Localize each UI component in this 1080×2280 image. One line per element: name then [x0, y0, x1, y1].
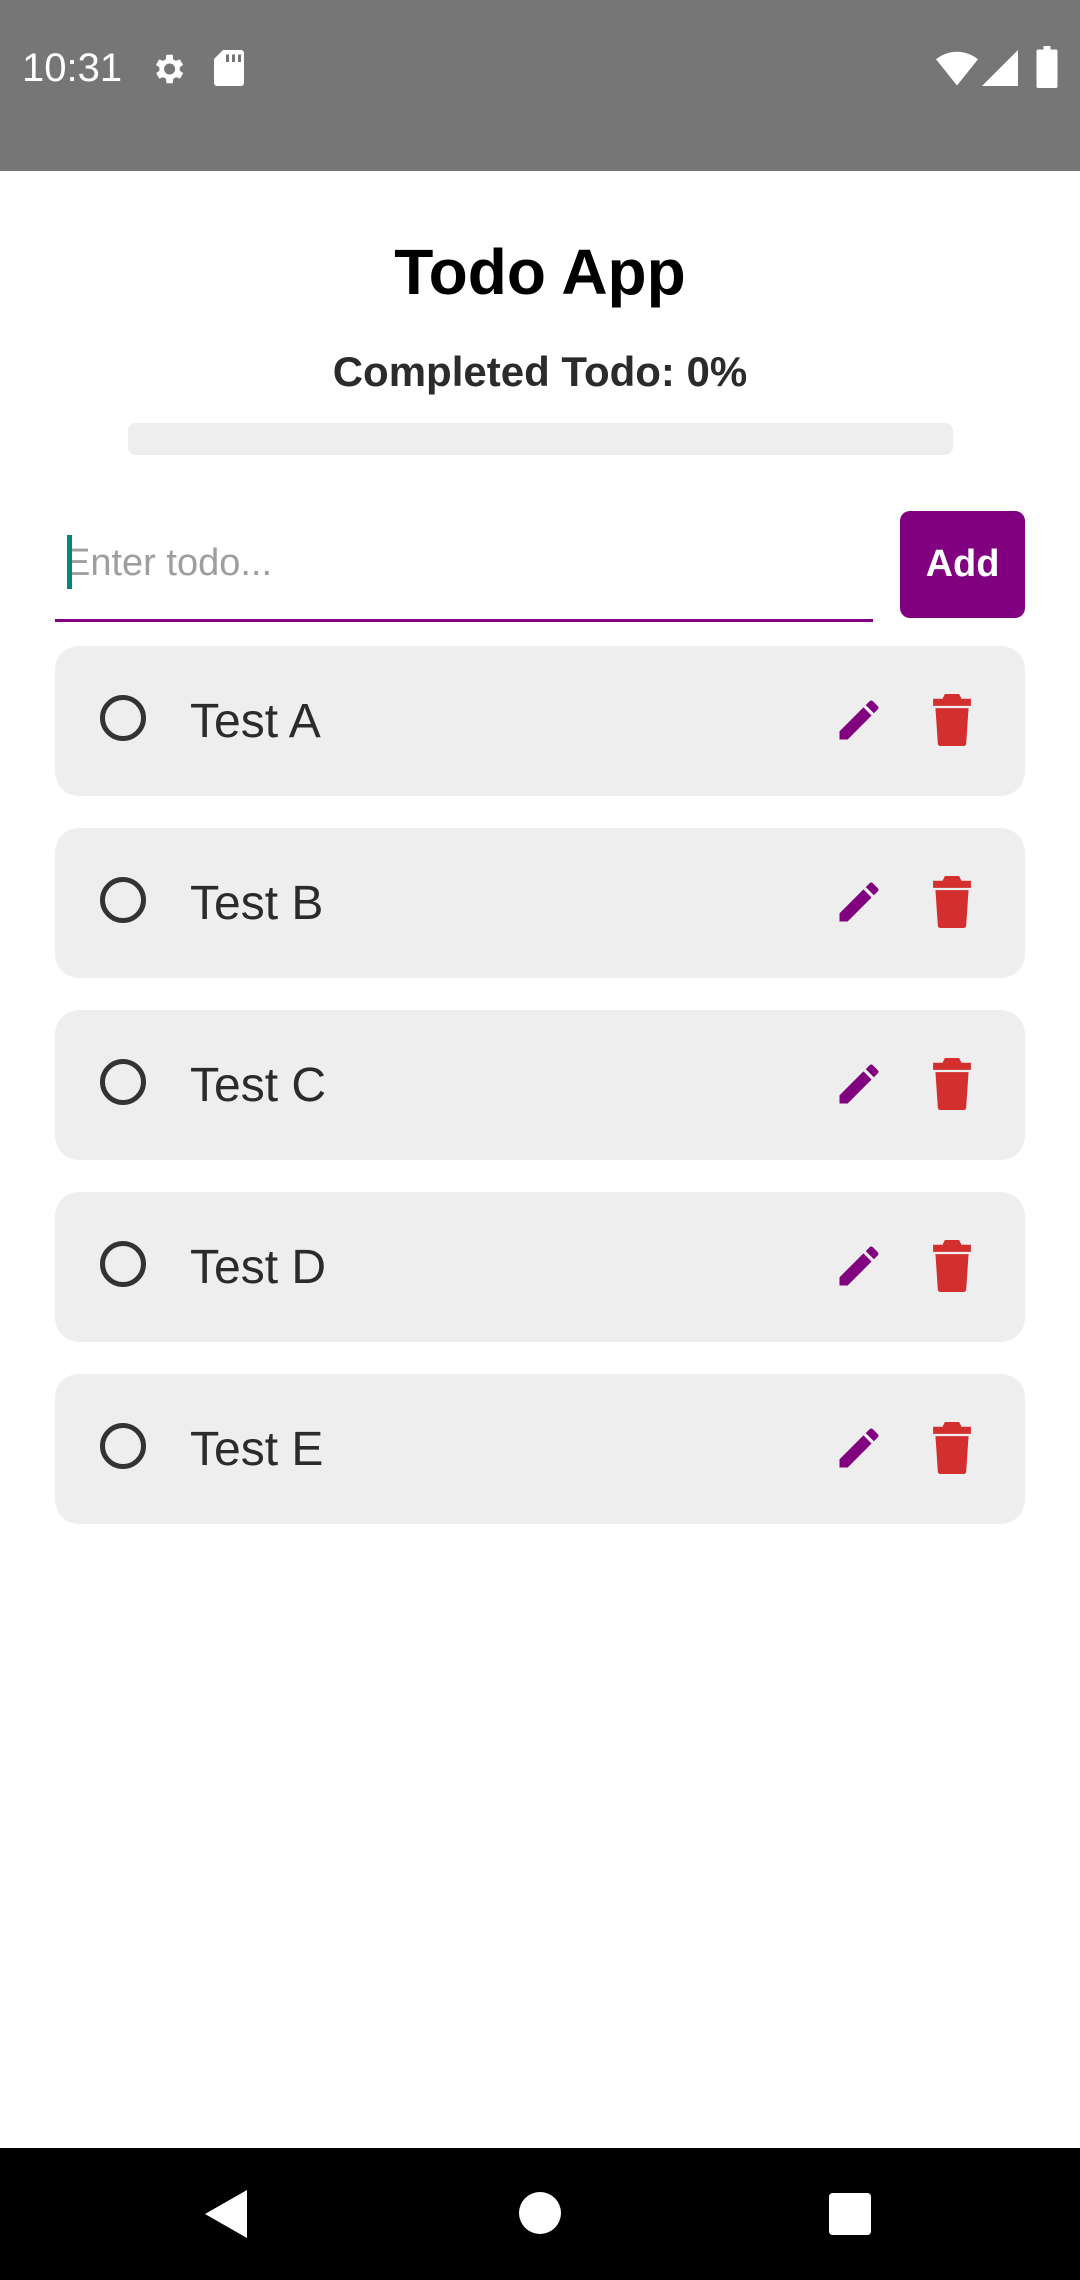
complete-checkbox[interactable]: [100, 1241, 146, 1287]
completed-progress-bar: [128, 423, 953, 455]
edit-icon[interactable]: [833, 1240, 885, 1292]
sd-card-icon: [214, 50, 244, 86]
edit-icon[interactable]: [833, 1058, 885, 1110]
delete-icon[interactable]: [932, 1058, 972, 1110]
todo-input[interactable]: [65, 533, 855, 593]
todo-item: Test A: [55, 646, 1025, 796]
page-title: Todo App: [394, 236, 686, 308]
delete-icon[interactable]: [932, 1422, 972, 1474]
home-icon[interactable]: [519, 2192, 561, 2234]
signal-icon: [982, 50, 1018, 86]
todo-item: Test C: [55, 1010, 1025, 1160]
battery-icon: [1036, 46, 1058, 88]
complete-checkbox[interactable]: [100, 877, 146, 923]
delete-icon[interactable]: [932, 876, 972, 928]
completed-progress-label: Completed Todo: 0%: [332, 348, 748, 395]
edit-icon[interactable]: [833, 694, 885, 746]
settings-icon: [155, 54, 184, 84]
status-bar: 10:31: [0, 0, 1080, 171]
todo-input-container: [55, 511, 873, 622]
recents-icon[interactable]: [829, 2193, 871, 2235]
text-cursor: [67, 535, 72, 589]
wifi-icon: [936, 51, 978, 86]
add-button[interactable]: Add: [900, 511, 1025, 618]
complete-checkbox[interactable]: [100, 1423, 146, 1469]
edit-icon[interactable]: [833, 876, 885, 928]
delete-icon[interactable]: [932, 694, 972, 746]
todo-list: Test A Test B Test C Test D Test E: [55, 646, 1025, 1556]
back-icon[interactable]: [205, 2190, 247, 2238]
navigation-bar: [0, 2148, 1080, 2280]
edit-icon[interactable]: [833, 1422, 885, 1474]
complete-checkbox[interactable]: [100, 695, 146, 741]
todo-text: Test B: [190, 877, 324, 930]
todo-text: Test D: [190, 1241, 327, 1294]
status-time: 10:31: [22, 46, 123, 90]
todo-item: Test D: [55, 1192, 1025, 1342]
todo-text: Test A: [190, 695, 321, 748]
todo-text: Test C: [190, 1059, 327, 1112]
todo-text: Test E: [190, 1423, 324, 1476]
todo-item: Test B: [55, 828, 1025, 978]
todo-item: Test E: [55, 1374, 1025, 1524]
delete-icon[interactable]: [932, 1240, 972, 1292]
complete-checkbox[interactable]: [100, 1059, 146, 1105]
